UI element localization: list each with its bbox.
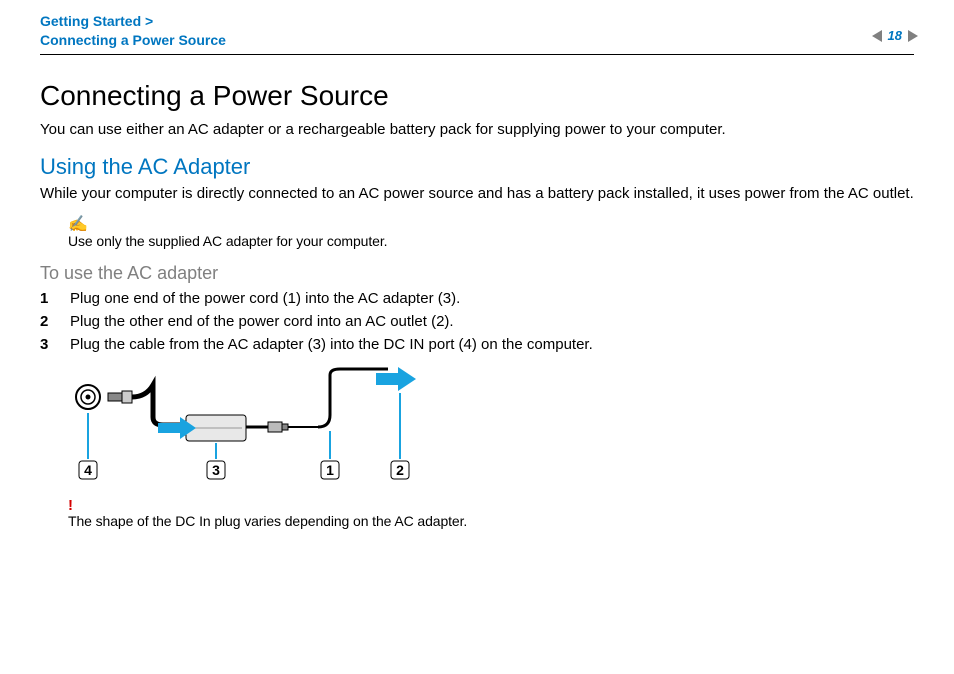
pager: 18 [872, 28, 918, 43]
breadcrumb-page: Connecting a Power Source [40, 32, 226, 48]
note: ✍ Use only the supplied AC adapter for y… [68, 217, 914, 251]
list-item: 3 Plug the cable from the AC adapter (3)… [40, 336, 914, 353]
step-number: 3 [40, 336, 52, 353]
pencil-note-icon: ✍ [68, 217, 914, 233]
callout-label-4: 4 [84, 462, 92, 478]
list-item: 1 Plug one end of the power cord (1) int… [40, 290, 914, 307]
step-number: 2 [40, 313, 52, 330]
note-text: Use only the supplied AC adapter for you… [68, 233, 387, 249]
header-rule [40, 54, 914, 55]
ac-adapter-diagram: 4 3 1 2 [68, 367, 428, 487]
dc-in-port-icon [76, 385, 100, 409]
step-text: Plug the other end of the power cord int… [70, 313, 454, 330]
breadcrumb-section: Getting Started > [40, 13, 153, 29]
section-heading: Using the AC Adapter [40, 154, 914, 180]
content: Connecting a Power Source You can use ei… [40, 80, 914, 531]
cord-connector-icon [268, 422, 288, 432]
page-title: Connecting a Power Source [40, 80, 914, 112]
list-item: 2 Plug the other end of the power cord i… [40, 313, 914, 330]
step-text: Plug the cable from the AC adapter (3) i… [70, 336, 593, 353]
page-number: 18 [888, 28, 902, 43]
prev-page-icon[interactable] [872, 30, 882, 42]
callout-label-2: 2 [396, 462, 404, 478]
next-page-icon[interactable] [908, 30, 918, 42]
step-text: Plug one end of the power cord (1) into … [70, 290, 460, 307]
diagram: 4 3 1 2 [68, 367, 914, 492]
page: Getting Started > Connecting a Power Sou… [0, 0, 954, 674]
arrow-to-outlet-icon [376, 367, 416, 391]
breadcrumb: Getting Started > Connecting a Power Sou… [40, 12, 914, 50]
callout-label-3: 3 [212, 462, 220, 478]
header: Getting Started > Connecting a Power Sou… [0, 0, 954, 56]
warning: ! The shape of the DC In plug varies dep… [68, 498, 914, 531]
section-body: While your computer is directly connecte… [40, 184, 914, 204]
intro-text: You can use either an AC adapter or a re… [40, 120, 914, 140]
step-list: 1 Plug one end of the power cord (1) int… [40, 290, 914, 353]
warning-text: The shape of the DC In plug varies depen… [68, 513, 467, 529]
warning-icon: ! [68, 498, 914, 513]
task-heading: To use the AC adapter [40, 263, 914, 284]
callout-label-1: 1 [326, 462, 334, 478]
step-number: 1 [40, 290, 52, 307]
